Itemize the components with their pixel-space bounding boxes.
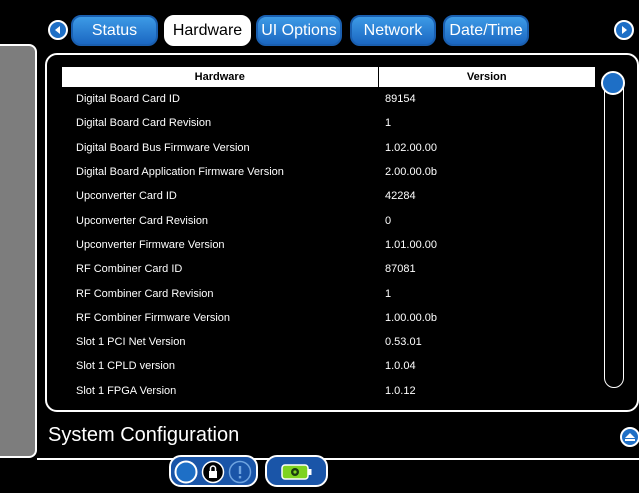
left-arrow-icon[interactable] — [48, 20, 68, 40]
column-header-version: Version — [378, 67, 595, 87]
table-row: Digital Board Card ID 89154 — [62, 87, 595, 111]
table-row: Upconverter Firmware Version 1.01.00.00 — [62, 233, 595, 257]
table-row: Digital Board Application Firmware Versi… — [62, 160, 595, 184]
battery-indicator[interactable] — [265, 455, 328, 487]
hardware-cell: Digital Board Application Firmware Versi… — [76, 166, 284, 179]
up-arrow-icon[interactable] — [620, 427, 639, 447]
table-row: RF Combiner Card ID 87081 — [62, 257, 595, 281]
hardware-cell: Digital Board Card Revision — [76, 117, 212, 130]
hardware-cell: RF Combiner Card Revision — [76, 287, 214, 300]
hardware-cell: Slot 1 FPGA Version — [76, 384, 177, 397]
version-cell: 89154 — [385, 93, 416, 106]
right-arrow-icon[interactable] — [614, 20, 634, 40]
version-cell: 1.0.04 — [385, 360, 416, 373]
hardware-cell: Upconverter Firmware Version — [76, 238, 225, 251]
lock-info-indicator[interactable] — [169, 455, 258, 487]
hardware-cell: Digital Board Card ID — [76, 93, 180, 106]
version-cell: 42284 — [385, 190, 416, 203]
info-icon — [228, 460, 252, 484]
hardware-cell: Upconverter Card ID — [76, 190, 177, 203]
indicator-circle-icon — [174, 460, 198, 484]
version-cell: 1 — [385, 287, 392, 300]
version-cell: 1.02.00.00 — [385, 141, 437, 154]
page-title: System Configuration — [48, 424, 240, 446]
table-row: Slot 1 CPLD version 1.0.04 — [62, 354, 595, 378]
hardware-cell: Digital Board Bus Firmware Version — [76, 141, 250, 154]
hardware-table[interactable]: Hardware Version Digital Board Card ID 89… — [62, 67, 595, 398]
version-cell: 0.53.01 — [385, 336, 422, 349]
hardware-cell: Slot 1 PCI Net Version — [76, 336, 186, 349]
table-row: Digital Board Card Revision 1 — [62, 111, 595, 135]
version-cell: 87081 — [385, 263, 416, 276]
version-cell: 0 — [385, 214, 392, 227]
tab-status[interactable]: Status — [71, 15, 158, 46]
version-cell: 2.00.00.0b — [385, 166, 437, 179]
table-row: RF Combiner Firmware Version 1.00.00.0b — [62, 306, 595, 330]
column-header-hardware: Hardware — [62, 67, 379, 87]
table-row: Upconverter Card Revision 0 — [62, 208, 595, 232]
scroll-thumb[interactable] — [601, 71, 625, 95]
tab-date-time[interactable]: Date/Time — [443, 15, 529, 46]
battery-icon — [281, 464, 312, 480]
table-row: Slot 1 FPGA Version 1.0.12 — [62, 379, 595, 398]
table-row: Slot 1 PCI Net Version 0.53.01 — [62, 330, 595, 354]
version-cell: 1.01.00.00 — [385, 238, 437, 251]
divider — [37, 458, 639, 460]
table-row: Digital Board Bus Firmware Version 1.02.0… — [62, 136, 595, 160]
hardware-cell: RF Combiner Firmware Version — [76, 311, 231, 324]
version-cell: 1.0.12 — [385, 384, 416, 397]
tab-ui-options[interactable]: UI Options — [256, 15, 342, 46]
vertical-scrollbar[interactable] — [601, 71, 625, 388]
hardware-cell: RF Combiner Card ID — [76, 263, 183, 276]
table-row: Upconverter Card ID 42284 — [62, 184, 595, 208]
lock-icon — [201, 460, 225, 484]
table-row: RF Combiner Card Revision 1 — [62, 281, 595, 305]
hardware-cell: Upconverter Card Revision — [76, 214, 209, 227]
hardware-cell: Slot 1 CPLD version — [76, 360, 176, 373]
side-panel-handle[interactable] — [0, 44, 37, 458]
version-cell: 1 — [385, 117, 392, 130]
tab-network[interactable]: Network — [350, 15, 436, 46]
tab-hardware[interactable]: Hardware — [164, 15, 251, 46]
version-cell: 1.00.00.0b — [385, 311, 437, 324]
